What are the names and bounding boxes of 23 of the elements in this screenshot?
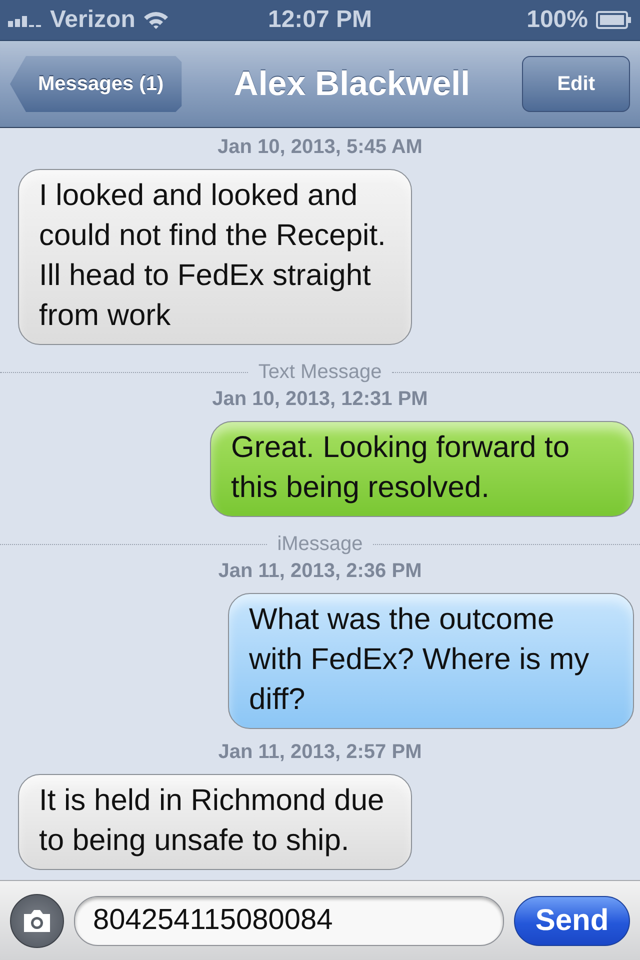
camera-icon: [24, 910, 50, 932]
battery-percentage: 100%: [526, 6, 588, 34]
edit-button[interactable]: Edit: [522, 56, 630, 112]
message-timestamp: Jan 10, 2013, 5:45 AM: [216, 136, 424, 159]
camera-button[interactable]: [10, 894, 64, 948]
service-label: Text Message: [258, 361, 382, 384]
message-timestamp: Jan 11, 2013, 2:57 PM: [217, 741, 423, 764]
received-message-bubble: It is held in Richmond due to being unsafe to ship.: [18, 774, 412, 870]
received-message-bubble: I looked and looked and could not find the Recepit. Ill head to FedEx straight from work: [18, 169, 412, 345]
wifi-icon: [143, 10, 170, 30]
sent-text-message-bubble: Great. Looking forward to this being resolved.: [210, 421, 634, 517]
service-label: iMessage: [277, 533, 363, 556]
message-timestamp: Jan 10, 2013, 12:31 PM: [211, 388, 429, 411]
clock-time: 12:07 PM: [268, 6, 372, 34]
send-button[interactable]: Send: [514, 896, 630, 946]
back-button[interactable]: Messages (1): [10, 56, 182, 112]
contact-name-title: Alex Blackwell: [234, 64, 470, 104]
carrier-name: Verizon: [50, 6, 136, 34]
sent-imessage-bubble: What was the outcome with FedEx? Where is my diff?: [228, 593, 634, 729]
message-timestamp: Jan 11, 2013, 2:36 PM: [217, 560, 423, 583]
battery-icon: [596, 11, 632, 29]
signal-icon: [8, 13, 42, 27]
message-input-field[interactable]: 804254115080084: [74, 896, 504, 946]
